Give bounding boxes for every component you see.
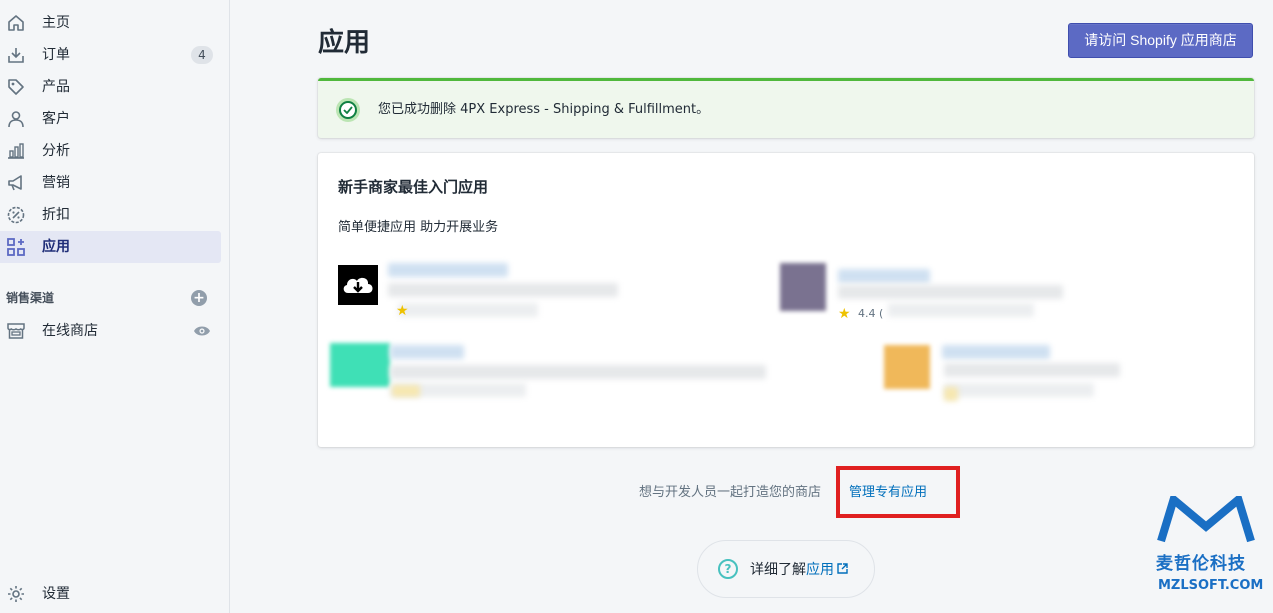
sidebar-item-label: 主页 (42, 15, 70, 31)
sidebar-item-label: 折扣 (42, 207, 70, 223)
orders-count-badge: 4 (191, 46, 213, 64)
star-icon: ★ (838, 306, 851, 322)
sidebar-item-label: 应用 (42, 239, 70, 255)
store-icon (6, 321, 26, 341)
bar-chart-icon (6, 141, 26, 161)
person-icon (6, 109, 26, 129)
sidebar-item-label: 设置 (42, 586, 70, 602)
recommended-apps-card: 新手商家最佳入门应用 简单便捷应用 助力开展业务 ★ ★ 4.4 ( (318, 153, 1254, 447)
apps-icon (6, 237, 26, 257)
app-description-placeholder (398, 303, 538, 317)
cloud-download-icon (338, 265, 378, 305)
watermark-company: 麦哲伦科技 (1156, 554, 1246, 574)
sidebar-item-online-store[interactable]: 在线商店 (0, 315, 221, 347)
app-description-placeholder (944, 363, 1120, 377)
sidebar-item-analytics[interactable]: 分析 (0, 135, 221, 167)
megaphone-icon (6, 173, 26, 193)
success-banner: 您已成功删除 4PX Express - Shipping & Fulfillm… (318, 78, 1254, 138)
app-name-placeholder (388, 263, 508, 277)
rating-placeholder (944, 387, 958, 401)
app-item-4[interactable] (884, 343, 1184, 413)
sidebar-item-orders[interactable]: 订单 4 (0, 39, 221, 71)
star-icon: ★ (396, 303, 409, 319)
discount-icon (6, 205, 26, 225)
sidebar-item-label: 产品 (42, 79, 70, 95)
orders-icon (6, 45, 26, 65)
learn-more-prefix: 详细了解 (750, 562, 806, 578)
help-icon: ? (718, 559, 738, 579)
sidebar-item-customers[interactable]: 客户 (0, 103, 221, 135)
sales-channels-title: 销售渠道 (6, 291, 55, 305)
banner-message: 您已成功删除 4PX Express - Shipping & Fulfillm… (378, 102, 710, 117)
learn-more-pill: ? 详细了解应用 (697, 540, 875, 598)
sidebar-item-apps[interactable]: 应用 (0, 231, 221, 263)
app-item-1[interactable]: ★ (338, 263, 638, 333)
app-item-3[interactable] (330, 343, 770, 413)
gear-icon (6, 584, 26, 604)
app-logo (330, 343, 390, 387)
add-channel-icon[interactable]: + (191, 290, 207, 306)
sidebar-item-marketing[interactable]: 营销 (0, 167, 221, 199)
app-item-2[interactable]: ★ 4.4 ( (778, 263, 1078, 333)
eye-icon[interactable] (193, 323, 211, 339)
app-rating: 4.4 ( (858, 307, 884, 320)
sidebar-item-label: 客户 (42, 111, 70, 127)
learn-more-link-label: 应用 (806, 562, 834, 578)
app-description-placeholder (838, 285, 1063, 299)
learn-more-text: 详细了解应用 (750, 560, 848, 580)
card-title: 新手商家最佳入门应用 (338, 178, 489, 196)
sidebar: 主页 订单 4 产品 客户 分析 营销 折扣 应用 销售渠道 + 在线商店 设置 (0, 0, 230, 613)
sidebar-item-label: 订单 (42, 47, 70, 63)
rating-placeholder (392, 385, 420, 397)
app-logo (884, 345, 930, 389)
app-description-placeholder (944, 383, 1094, 397)
tag-icon (6, 77, 26, 97)
visit-app-store-button[interactable]: 请访问 Shopify 应用商店 (1068, 23, 1253, 58)
sidebar-item-products[interactable]: 产品 (0, 71, 221, 103)
app-description-placeholder (388, 283, 618, 297)
sidebar-item-home[interactable]: 主页 (0, 7, 221, 39)
page-title: 应用 (318, 28, 371, 58)
external-link-icon (837, 563, 848, 574)
app-description-placeholder (888, 303, 1034, 317)
sidebar-item-discounts[interactable]: 折扣 (0, 199, 221, 231)
sidebar-item-label: 分析 (42, 143, 70, 159)
checkmark-icon (336, 98, 360, 122)
card-subtitle: 简单便捷应用 助力开展业务 (338, 220, 499, 235)
app-description-placeholder (390, 365, 766, 379)
sidebar-item-label: 在线商店 (42, 323, 98, 339)
sidebar-item-label: 营销 (42, 175, 70, 191)
watermark-logo (1157, 496, 1255, 543)
app-name-placeholder (942, 345, 1050, 359)
watermark-site: MZLSOFT.COM (1158, 578, 1264, 593)
developer-prompt: 想与开发人员一起打造您的商店 (639, 485, 822, 500)
app-name-placeholder (390, 345, 464, 359)
home-icon (6, 13, 26, 33)
sidebar-item-settings[interactable]: 设置 (0, 578, 221, 610)
highlight-annotation (836, 466, 960, 518)
app-logo (780, 263, 826, 311)
app-name-placeholder (838, 269, 930, 283)
learn-more-apps-link[interactable]: 应用 (806, 562, 848, 578)
